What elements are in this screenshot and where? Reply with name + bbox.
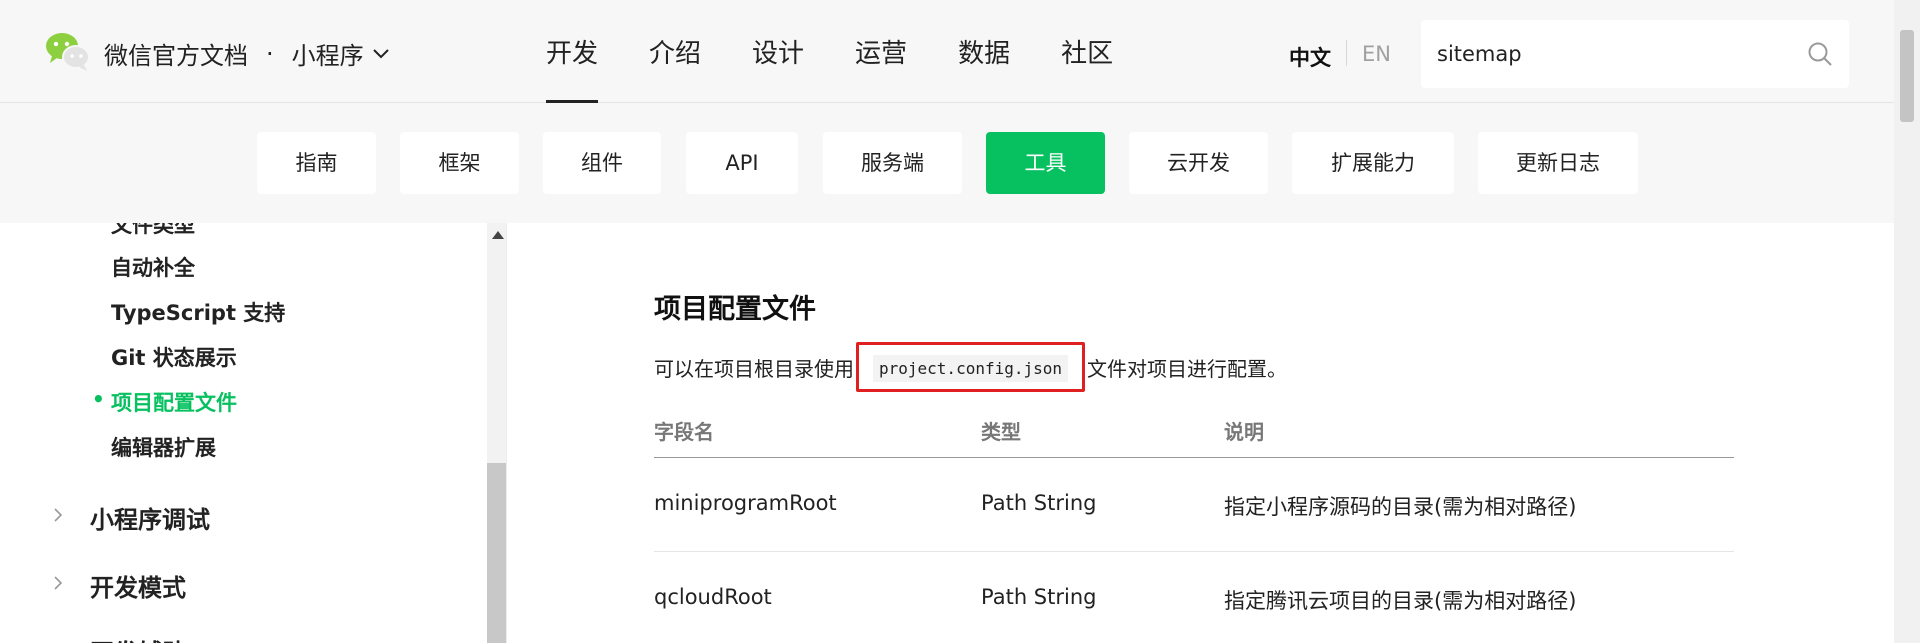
table-cell-field: miniprogramRoot xyxy=(654,491,837,515)
lang-en-link[interactable]: EN xyxy=(1362,42,1391,66)
sidebar-item-typescript[interactable]: TypeScript 支持 xyxy=(111,297,285,327)
nav-item-data[interactable]: 数据 xyxy=(958,0,1010,103)
sidebar-scroll-thumb[interactable] xyxy=(487,463,506,643)
config-file-code: project.config.json xyxy=(873,355,1069,382)
sub-nav: 指南 框架 组件 API 服务端 工具 云开发 扩展能力 更新日志 xyxy=(0,103,1894,223)
scroll-up-icon[interactable] xyxy=(492,231,504,239)
table-cell-type: Path String xyxy=(981,491,1097,515)
sidebar-group-dev-assist[interactable]: 开发辅助 xyxy=(90,633,186,643)
tab-framework[interactable]: 框架 xyxy=(400,132,519,194)
active-bullet: • xyxy=(92,387,105,411)
chevron-right-icon[interactable] xyxy=(52,574,64,592)
sidebar-item-file-types[interactable]: 文件类型 xyxy=(111,223,195,239)
lang-divider xyxy=(1346,40,1347,66)
main-content: 项目配置文件 可以在项目根目录使用 project.config.json 文件… xyxy=(507,223,1894,643)
sidebar-item-git-status[interactable]: Git 状态展示 xyxy=(111,342,237,372)
lang-zh-link[interactable]: 中文 xyxy=(1289,42,1331,72)
page-scrollbar[interactable] xyxy=(1894,0,1920,643)
intro-text-after: 文件对项目进行配置。 xyxy=(1087,356,1288,381)
sidebar-item-editor-extensions[interactable]: 编辑器扩展 xyxy=(111,432,216,462)
brand-title[interactable]: 微信官方文档 xyxy=(104,36,248,71)
tab-guide[interactable]: 指南 xyxy=(257,132,376,194)
table-cell-field: qcloudRoot xyxy=(654,585,772,609)
chevron-down-icon[interactable] xyxy=(372,48,390,60)
wechat-logo-icon[interactable] xyxy=(44,30,92,72)
sidebar-group-debugging[interactable]: 小程序调试 xyxy=(90,500,210,535)
sidebar-item-autocomplete[interactable]: 自动补全 xyxy=(111,252,195,282)
highlight-box: project.config.json xyxy=(856,342,1086,392)
page-scroll-thumb[interactable] xyxy=(1900,30,1914,122)
table-header-divider xyxy=(654,457,1734,458)
intro-text-before: 可以在项目根目录使用 xyxy=(654,356,854,381)
nav-item-intro[interactable]: 介绍 xyxy=(649,0,701,103)
sidebar-scrollbar[interactable] xyxy=(487,223,506,643)
table-header-type: 类型 xyxy=(981,420,1021,444)
tab-cloud-dev[interactable]: 云开发 xyxy=(1129,132,1268,194)
intro-paragraph: 可以在项目根目录使用 project.config.json 文件对项目进行配置… xyxy=(654,342,1287,392)
page-title: 项目配置文件 xyxy=(654,294,816,325)
table-cell-type: Path String xyxy=(981,585,1097,609)
nav-item-operation[interactable]: 运营 xyxy=(855,0,907,103)
nav-item-community[interactable]: 社区 xyxy=(1061,0,1113,103)
main-nav: 开发 介绍 设计 运营 数据 社区 xyxy=(546,0,1164,103)
sidebar-group-dev-mode[interactable]: 开发模式 xyxy=(90,568,186,603)
product-selector[interactable]: 小程序 xyxy=(292,36,364,71)
sidebar-item-project-config[interactable]: 项目配置文件 xyxy=(111,387,237,417)
table-header-field: 字段名 xyxy=(654,420,714,444)
tab-extensions[interactable]: 扩展能力 xyxy=(1292,132,1454,194)
table-row-divider xyxy=(654,551,1734,552)
brand: 微信官方文档 · 小程序 xyxy=(104,36,390,71)
table-cell-description: 指定腾讯云项目的目录(需为相对路径) xyxy=(1224,589,1577,613)
chevron-right-icon[interactable] xyxy=(52,506,64,524)
tab-components[interactable]: 组件 xyxy=(543,132,661,194)
top-header: 微信官方文档 · 小程序 开发 介绍 设计 运营 数据 社区 中文 EN xyxy=(0,0,1894,103)
nav-item-develop[interactable]: 开发 xyxy=(546,0,599,103)
tab-tools[interactable]: 工具 xyxy=(986,132,1105,194)
sidebar: 文件类型 自动补全 TypeScript 支持 Git 状态展示 • 项目配置文… xyxy=(0,223,507,643)
brand-separator: · xyxy=(266,39,274,68)
tab-api[interactable]: API xyxy=(686,132,798,194)
search-box xyxy=(1421,20,1849,88)
nav-item-design[interactable]: 设计 xyxy=(752,0,804,103)
table-cell-description: 指定小程序源码的目录(需为相对路径) xyxy=(1224,495,1577,519)
search-input[interactable] xyxy=(1437,36,1797,72)
table-header-description: 说明 xyxy=(1224,420,1264,444)
search-icon[interactable] xyxy=(1807,41,1833,67)
tab-changelog[interactable]: 更新日志 xyxy=(1478,132,1638,194)
tab-server[interactable]: 服务端 xyxy=(823,132,962,194)
